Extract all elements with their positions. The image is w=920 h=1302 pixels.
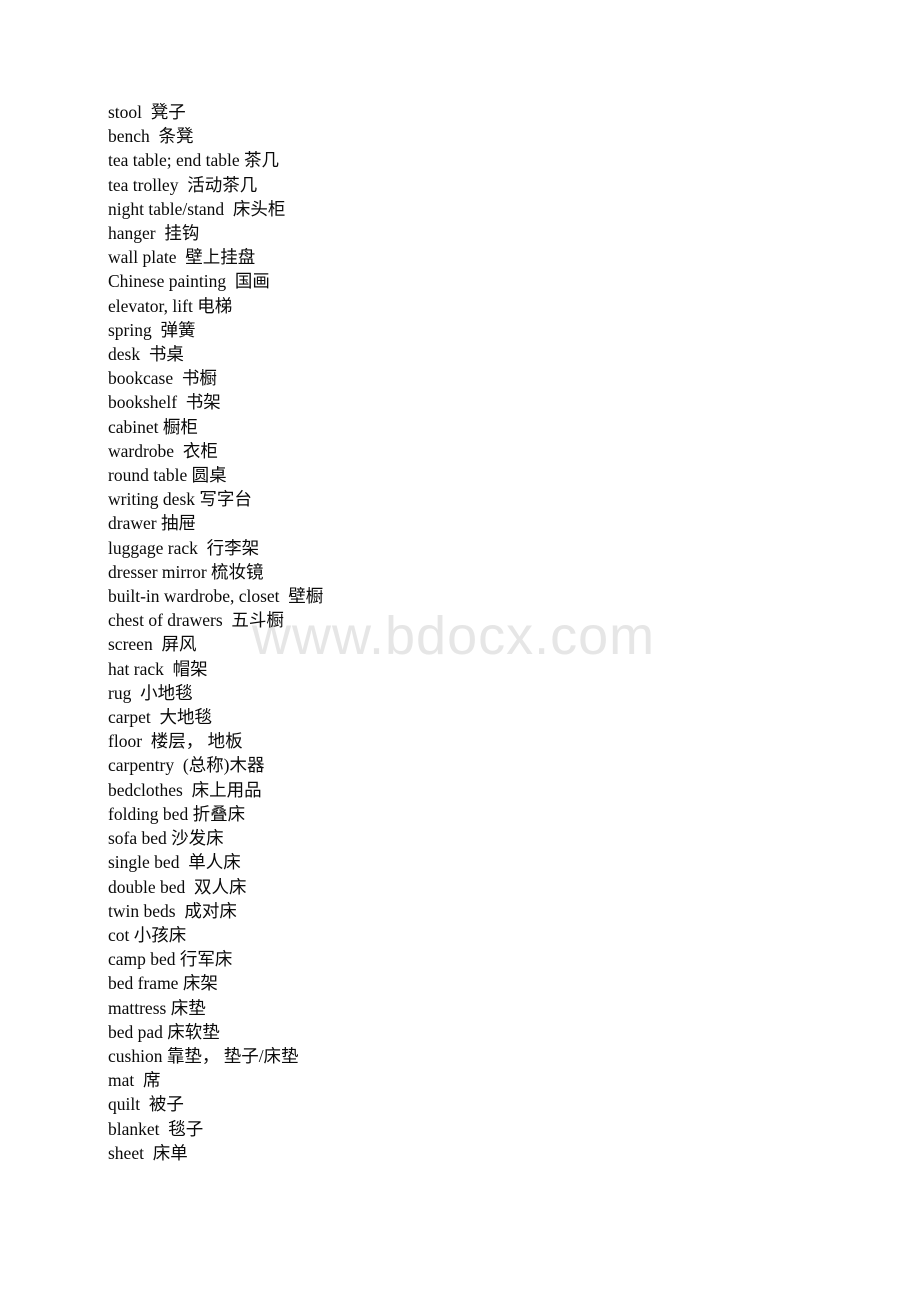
vocabulary-line: luggage rack 行李架	[108, 537, 260, 558]
vocabulary-line: built-in wardrobe, closet 壁橱	[108, 586, 324, 607]
vocabulary-line: bedclothes 床上用品	[108, 779, 262, 800]
vocabulary-line: sofa bed 沙发床	[108, 828, 224, 849]
vocabulary-line: twin beds 成对床	[108, 900, 237, 921]
vocabulary-line: carpet 大地毯	[108, 707, 212, 728]
vocabulary-line: quilt 被子	[108, 1094, 184, 1115]
vocabulary-line: round table 圆桌	[108, 465, 227, 486]
vocabulary-line: floor 楼层， 地板	[108, 731, 243, 752]
vocabulary-line: desk 书桌	[108, 344, 184, 365]
vocabulary-line: mat 席	[108, 1070, 161, 1091]
vocabulary-line: night table/stand 床头柜	[108, 198, 286, 219]
vocabulary-line: bookcase 书橱	[108, 368, 217, 389]
vocabulary-line: hat rack 帽架	[108, 658, 208, 679]
vocabulary-line: chest of drawers 五斗橱	[108, 610, 284, 631]
vocabulary-list: stool 凳子 bench 条凳 tea table; end table 茶几 t…	[108, 100, 848, 1165]
vocabulary-line: wardrobe 衣柜	[108, 440, 218, 461]
vocabulary-line: dresser mirror 梳妆镜	[108, 561, 264, 582]
vocabulary-line: bench 条凳	[108, 126, 194, 147]
vocabulary-line: carpentry (总称)木器	[108, 755, 265, 776]
vocabulary-line: elevator, lift 电梯	[108, 295, 233, 316]
vocabulary-line: wall plate 壁上挂盘	[108, 247, 256, 268]
vocabulary-line: mattress 床垫	[108, 997, 206, 1018]
vocabulary-line: blanket 毯子	[108, 1118, 204, 1139]
vocabulary-line: rug 小地毯	[108, 682, 193, 703]
vocabulary-line: cabinet 橱柜	[108, 416, 198, 437]
vocabulary-line: hanger 挂钩	[108, 223, 200, 244]
vocabulary-line: bed frame 床架	[108, 973, 218, 994]
vocabulary-line: stool 凳子	[108, 102, 186, 122]
vocabulary-line: tea table; end table 茶几	[108, 150, 280, 171]
vocabulary-line: double bed 双人床	[108, 876, 247, 897]
vocabulary-line: cot 小孩床	[108, 924, 187, 945]
vocabulary-line: single bed 单人床	[108, 852, 241, 873]
vocabulary-line: drawer 抽屉	[108, 513, 196, 534]
document-page: www.bdocx.com stool 凳子 bench 条凳 tea table;…	[0, 0, 920, 1302]
vocabulary-line: Chinese painting 国画	[108, 271, 270, 292]
vocabulary-line: writing desk 写字台	[108, 489, 252, 510]
vocabulary-line: tea trolley 活动茶几	[108, 174, 258, 195]
vocabulary-line: screen 屏风	[108, 634, 197, 655]
vocabulary-line: camp bed 行军床	[108, 949, 233, 970]
vocabulary-line: folding bed 折叠床	[108, 803, 246, 824]
vocabulary-line: bookshelf 书架	[108, 392, 221, 413]
vocabulary-line: cushion 靠垫， 垫子/床垫	[108, 1045, 299, 1066]
vocabulary-line: sheet 床单	[108, 1142, 188, 1163]
vocabulary-line: spring 弹簧	[108, 319, 196, 340]
vocabulary-line: bed pad 床软垫	[108, 1021, 220, 1042]
